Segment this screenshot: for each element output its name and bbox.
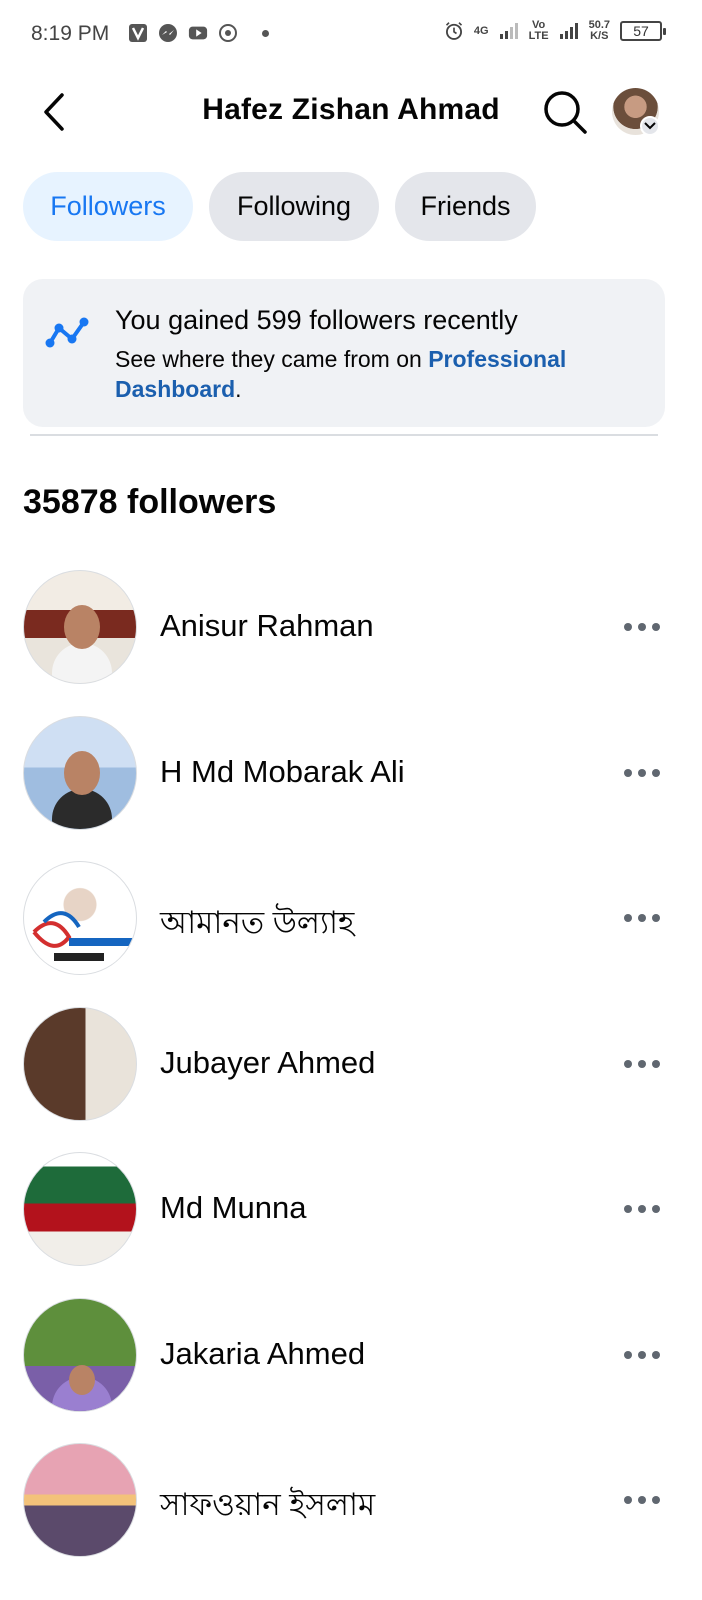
- status-bar: 8:19 PM 4G Vo LTE 50.7 K/S 57: [0, 0, 702, 70]
- signal-icon-2: [559, 21, 579, 41]
- divider: [30, 434, 658, 436]
- app-header: Hafez Zishan Ahmad: [0, 80, 702, 144]
- tab-followers[interactable]: Followers: [23, 172, 193, 241]
- avatar[interactable]: [23, 1152, 137, 1266]
- list-item[interactable]: Anisur Rahman: [0, 570, 702, 716]
- follower-name[interactable]: Md Munna: [160, 1190, 306, 1226]
- follower-name[interactable]: সাফওয়ান ইসলাম: [160, 1481, 375, 1533]
- insight-body-suffix: .: [235, 376, 242, 402]
- avatar[interactable]: [23, 1006, 137, 1121]
- more-options-button[interactable]: [618, 1194, 666, 1224]
- follower-name[interactable]: H Md Mobarak Ali: [160, 754, 405, 790]
- notification-icons: [128, 23, 269, 43]
- signal-icon: [499, 21, 519, 41]
- avatar[interactable]: [23, 1443, 137, 1557]
- chevron-down-icon[interactable]: [640, 116, 660, 136]
- volte-indicator: Vo LTE: [529, 20, 549, 42]
- more-options-button[interactable]: [618, 1340, 666, 1370]
- more-options-button[interactable]: [618, 1049, 666, 1079]
- more-options-button[interactable]: [618, 903, 666, 933]
- alarm-icon: [444, 21, 464, 41]
- net-speed: 50.7 K/S: [589, 20, 610, 42]
- list-item[interactable]: সাফওয়ান ইসলাম: [0, 1443, 702, 1589]
- avatar[interactable]: [23, 570, 137, 684]
- list-item[interactable]: আমানত উল্যাহ: [0, 861, 702, 1007]
- page-title: Hafez Zishan Ahmad: [202, 93, 500, 126]
- system-icons: 4G Vo LTE 50.7 K/S 57: [444, 20, 666, 42]
- messenger-icon: [158, 23, 178, 43]
- status-time: 8:19 PM: [31, 22, 110, 45]
- list-item[interactable]: Jakaria Ahmed: [0, 1297, 702, 1444]
- avatar[interactable]: [23, 861, 137, 975]
- insight-body-text: See where they came from on: [115, 346, 429, 372]
- network-4g: 4G: [473, 24, 489, 37]
- avatar[interactable]: [23, 1297, 137, 1412]
- tab-following[interactable]: Following: [209, 172, 379, 241]
- search-button[interactable]: [540, 87, 590, 137]
- volte-bottom: LTE: [528, 30, 549, 42]
- tab-bar: Followers Following Friends: [23, 172, 536, 241]
- more-options-button[interactable]: [618, 612, 666, 642]
- followers-list: Anisur Rahman H Md Mobarak Ali আমানত উল্…: [0, 570, 702, 1589]
- more-options-button[interactable]: [618, 758, 666, 788]
- list-item[interactable]: Jubayer Ahmed: [0, 1006, 702, 1153]
- tab-friends[interactable]: Friends: [395, 172, 536, 241]
- follower-name[interactable]: Jubayer Ahmed: [160, 1045, 375, 1081]
- list-item[interactable]: Md Munna: [0, 1152, 702, 1298]
- followers-count: 35878 followers: [23, 483, 277, 521]
- follower-name[interactable]: আমানত উল্যাহ: [160, 899, 354, 951]
- search-icon: [544, 91, 587, 134]
- v-app-icon: [128, 23, 148, 43]
- more-notifications-dot: [262, 29, 269, 37]
- avatar[interactable]: [23, 715, 137, 830]
- follower-name[interactable]: Jakaria Ahmed: [160, 1336, 365, 1372]
- insight-title: You gained 599 followers recently: [115, 305, 518, 335]
- imo-icon: [218, 23, 238, 43]
- followers-insight-card[interactable]: You gained 599 followers recently See wh…: [23, 279, 665, 427]
- more-options-button[interactable]: [618, 1485, 666, 1515]
- speed-unit: K/S: [590, 30, 609, 42]
- list-item[interactable]: H Md Mobarak Ali: [0, 715, 702, 862]
- battery-icon: 57: [620, 21, 666, 41]
- youtube-icon: [188, 23, 208, 43]
- follower-name[interactable]: Anisur Rahman: [160, 608, 374, 644]
- line-chart-icon: [43, 309, 93, 359]
- insight-body: See where they came from on Professional…: [115, 344, 635, 404]
